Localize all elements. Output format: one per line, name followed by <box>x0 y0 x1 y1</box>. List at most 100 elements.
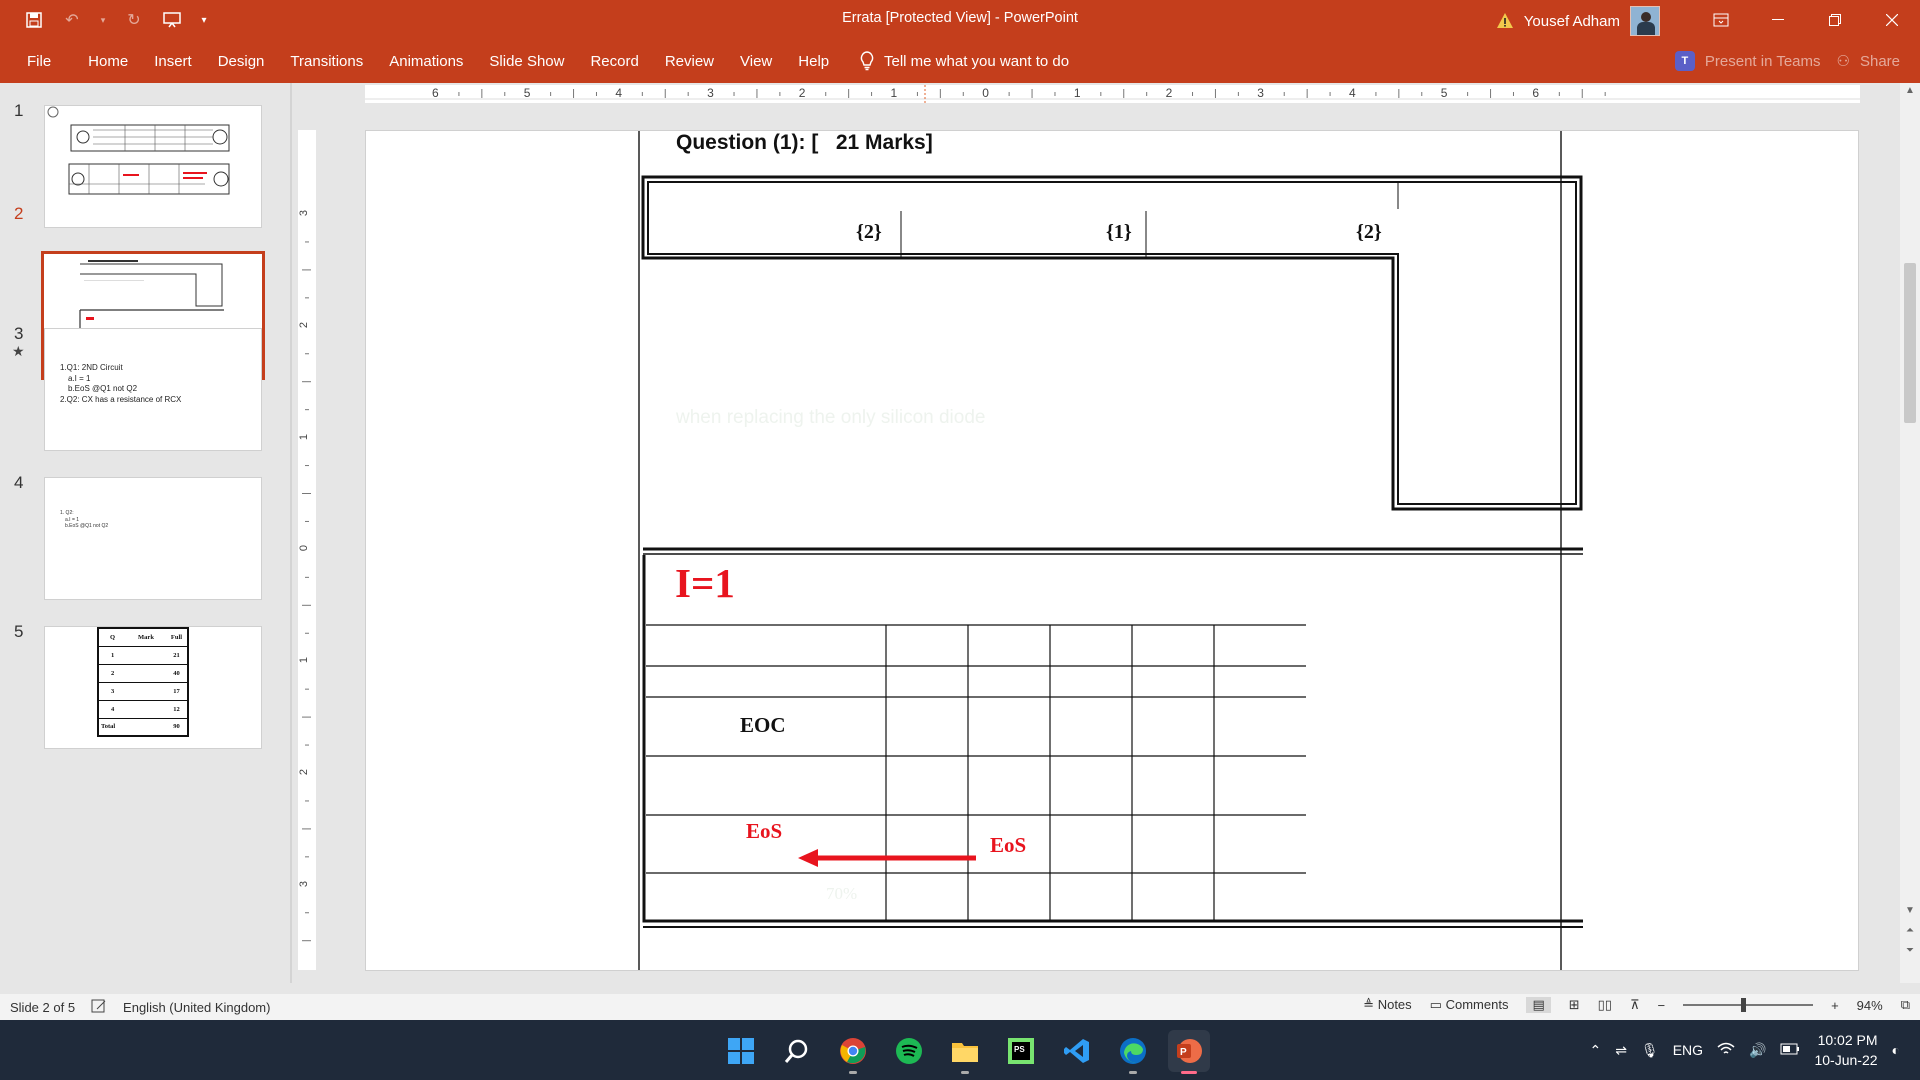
comment-icon: ▭ <box>1429 997 1442 1012</box>
windows-start-icon[interactable] <box>720 1030 762 1072</box>
ruler-label: 3 <box>298 880 311 887</box>
undo-icon[interactable]: ↶ <box>60 8 84 32</box>
tab-design[interactable]: Design <box>205 53 278 70</box>
account-area[interactable]: Yousef Adham <box>1496 6 1660 36</box>
tab-help[interactable]: Help <box>785 53 842 70</box>
ruler-label: 1 <box>298 657 311 664</box>
pycharm-icon[interactable]: PS <box>1000 1030 1042 1072</box>
vertical-ruler[interactable]: 3 2 1 0 1 2 3 <box>298 130 316 970</box>
undo-dropdown-icon[interactable]: ▾ <box>98 8 108 32</box>
ruler-label: 1 <box>298 433 311 440</box>
pane-splitter[interactable] <box>290 83 292 983</box>
tell-me-search[interactable]: Tell me what you want to do <box>860 51 1069 71</box>
thumbnail-number: 5 <box>14 622 24 641</box>
language-indicator[interactable]: English (United Kingdom) <box>123 1000 270 1015</box>
redo-icon[interactable]: ↻ <box>122 8 146 32</box>
mark-1: {1} <box>1106 221 1132 243</box>
thumbnail-number: 1 <box>14 101 24 120</box>
ruler-label: 2 <box>798 86 806 100</box>
tab-insert[interactable]: Insert <box>141 53 205 70</box>
vscode-icon[interactable] <box>1056 1030 1098 1072</box>
slide-thumbnail-1[interactable] <box>44 105 262 228</box>
ruler-label: 6 <box>432 86 439 100</box>
ruler-label: 0 <box>982 86 989 100</box>
thumbnail-5-table: Q Mark Full 1 21 2 40 3 17 4 12 Total 90 <box>97 627 189 737</box>
settings-sliders-icon[interactable]: ⇌ <box>1615 1042 1627 1059</box>
restore-button[interactable] <box>1806 0 1863 40</box>
mark-2-a: {2} <box>856 221 882 243</box>
window-controls <box>1692 0 1920 40</box>
show-hidden-icons[interactable]: ⌃ <box>1589 1042 1601 1059</box>
tab-home[interactable]: Home <box>75 53 141 70</box>
taskbar: PS P ⌃ ⇌ 🎙 ENG 🔊 10:02 PM 10-Jun-22 ◐ <box>0 1020 1920 1080</box>
slide-thumbnail-3[interactable]: 1.Q1: 2ND Circuit a.I = 1 b.EoS @Q1 not … <box>44 328 262 451</box>
ruler-label: 4 <box>615 86 623 100</box>
chrome-icon[interactable] <box>832 1030 874 1074</box>
tab-record[interactable]: Record <box>577 53 651 70</box>
eos-left-label: EoS <box>746 819 783 843</box>
comments-button[interactable]: ▭ Comments <box>1430 997 1509 1013</box>
tab-view[interactable]: View <box>727 53 785 70</box>
ruler-label: 4 <box>1349 86 1356 100</box>
zoom-out-icon[interactable]: − <box>1657 998 1665 1013</box>
ribbon-display-options-icon[interactable] <box>1692 0 1749 40</box>
vertical-scrollbar[interactable]: ▲ ▼ ⏶ ⏷ <box>1900 83 1920 983</box>
fit-slide-icon[interactable]: ⧉ <box>1901 997 1910 1013</box>
svg-text:when replacing the only silico: when replacing the only silicon diode <box>675 407 985 428</box>
table-row: Q Mark Full <box>98 628 188 647</box>
tab-animations[interactable]: Animations <box>376 53 476 70</box>
minimize-button[interactable] <box>1749 0 1806 40</box>
thumbnail-number: 4 <box>14 473 24 492</box>
file-explorer-icon[interactable] <box>944 1030 986 1074</box>
focus-assist-icon[interactable]: ◐ <box>1892 1042 1900 1058</box>
wifi-icon[interactable] <box>1717 1042 1735 1059</box>
scroll-up-icon[interactable]: ▲ <box>1900 85 1920 96</box>
search-icon[interactable] <box>776 1030 818 1072</box>
reading-view-icon[interactable]: ▯▯ <box>1598 997 1612 1013</box>
slide-thumbnail-5[interactable]: Q Mark Full 1 21 2 40 3 17 4 12 Total 90 <box>44 626 262 749</box>
zoom-slider[interactable] <box>1683 998 1814 1012</box>
volume-icon[interactable]: 🔊 <box>1749 1042 1766 1059</box>
normal-view-icon[interactable]: ▤ <box>1526 997 1551 1013</box>
clock[interactable]: 10:02 PM 10-Jun-22 <box>1814 1030 1877 1070</box>
scrollbar-thumb[interactable] <box>1904 263 1916 423</box>
user-name[interactable]: Yousef Adham <box>1524 13 1620 30</box>
edge-icon[interactable] <box>1112 1030 1154 1074</box>
tab-slide-show[interactable]: Slide Show <box>476 53 577 70</box>
powerpoint-icon[interactable]: P <box>1168 1030 1210 1074</box>
table-row: 4 12 <box>98 700 188 719</box>
accessibility-icon[interactable] <box>91 999 107 1016</box>
save-icon[interactable] <box>22 8 46 32</box>
ruler-label: 3 <box>298 209 311 217</box>
close-button[interactable] <box>1863 0 1920 40</box>
scroll-down-icon[interactable]: ▼ <box>1900 905 1920 916</box>
thumbnail-1-preview <box>47 106 230 195</box>
previous-slide-icon[interactable]: ⏶ <box>1900 925 1920 936</box>
share-button[interactable]: Share <box>1860 53 1900 70</box>
tell-me-text[interactable]: Tell me what you want to do <box>884 53 1069 70</box>
language-indicator-tray[interactable]: ENG <box>1673 1042 1703 1058</box>
slide-thumbnail-4[interactable]: 1. Q2: a.I = 1 b.EoS @Q1 not Q2 <box>44 477 262 600</box>
slide-sorter-icon[interactable]: ⊞ <box>1569 997 1580 1013</box>
present-from-beginning-icon[interactable] <box>160 8 184 32</box>
tab-transitions[interactable]: Transitions <box>277 53 376 70</box>
avatar[interactable] <box>1630 6 1660 36</box>
ruler-label: 2 <box>298 321 311 328</box>
notes-button[interactable]: ≜ Notes <box>1363 997 1412 1013</box>
spotify-icon[interactable] <box>888 1030 930 1072</box>
tab-file[interactable]: File <box>14 53 75 70</box>
battery-icon[interactable] <box>1780 1042 1800 1058</box>
i-equals-label: I=1 <box>675 560 735 606</box>
table-row: 2 40 <box>98 664 188 683</box>
slide-canvas[interactable]: when replacing the only silicon diode 70… <box>365 130 1859 971</box>
customize-qat-icon[interactable]: ▾ <box>198 8 210 32</box>
slide-show-icon[interactable]: ⊼ <box>1630 997 1640 1013</box>
microphone-icon[interactable]: 🎙 <box>1641 1042 1659 1059</box>
tab-review[interactable]: Review <box>652 53 727 70</box>
zoom-level[interactable]: 94% <box>1857 998 1883 1013</box>
next-slide-icon[interactable]: ⏷ <box>1900 945 1920 956</box>
horizontal-ruler[interactable]: 6 5 4 3 2 1 0 1 2 3 4 5 6 <box>365 85 1860 103</box>
present-in-teams-button[interactable]: Present in Teams <box>1705 53 1821 70</box>
system-tray: ⌃ ⇌ 🎙 ENG 🔊 10:02 PM 10-Jun-22 ◐ <box>1589 1030 1900 1070</box>
zoom-in-icon[interactable]: + <box>1831 998 1839 1013</box>
